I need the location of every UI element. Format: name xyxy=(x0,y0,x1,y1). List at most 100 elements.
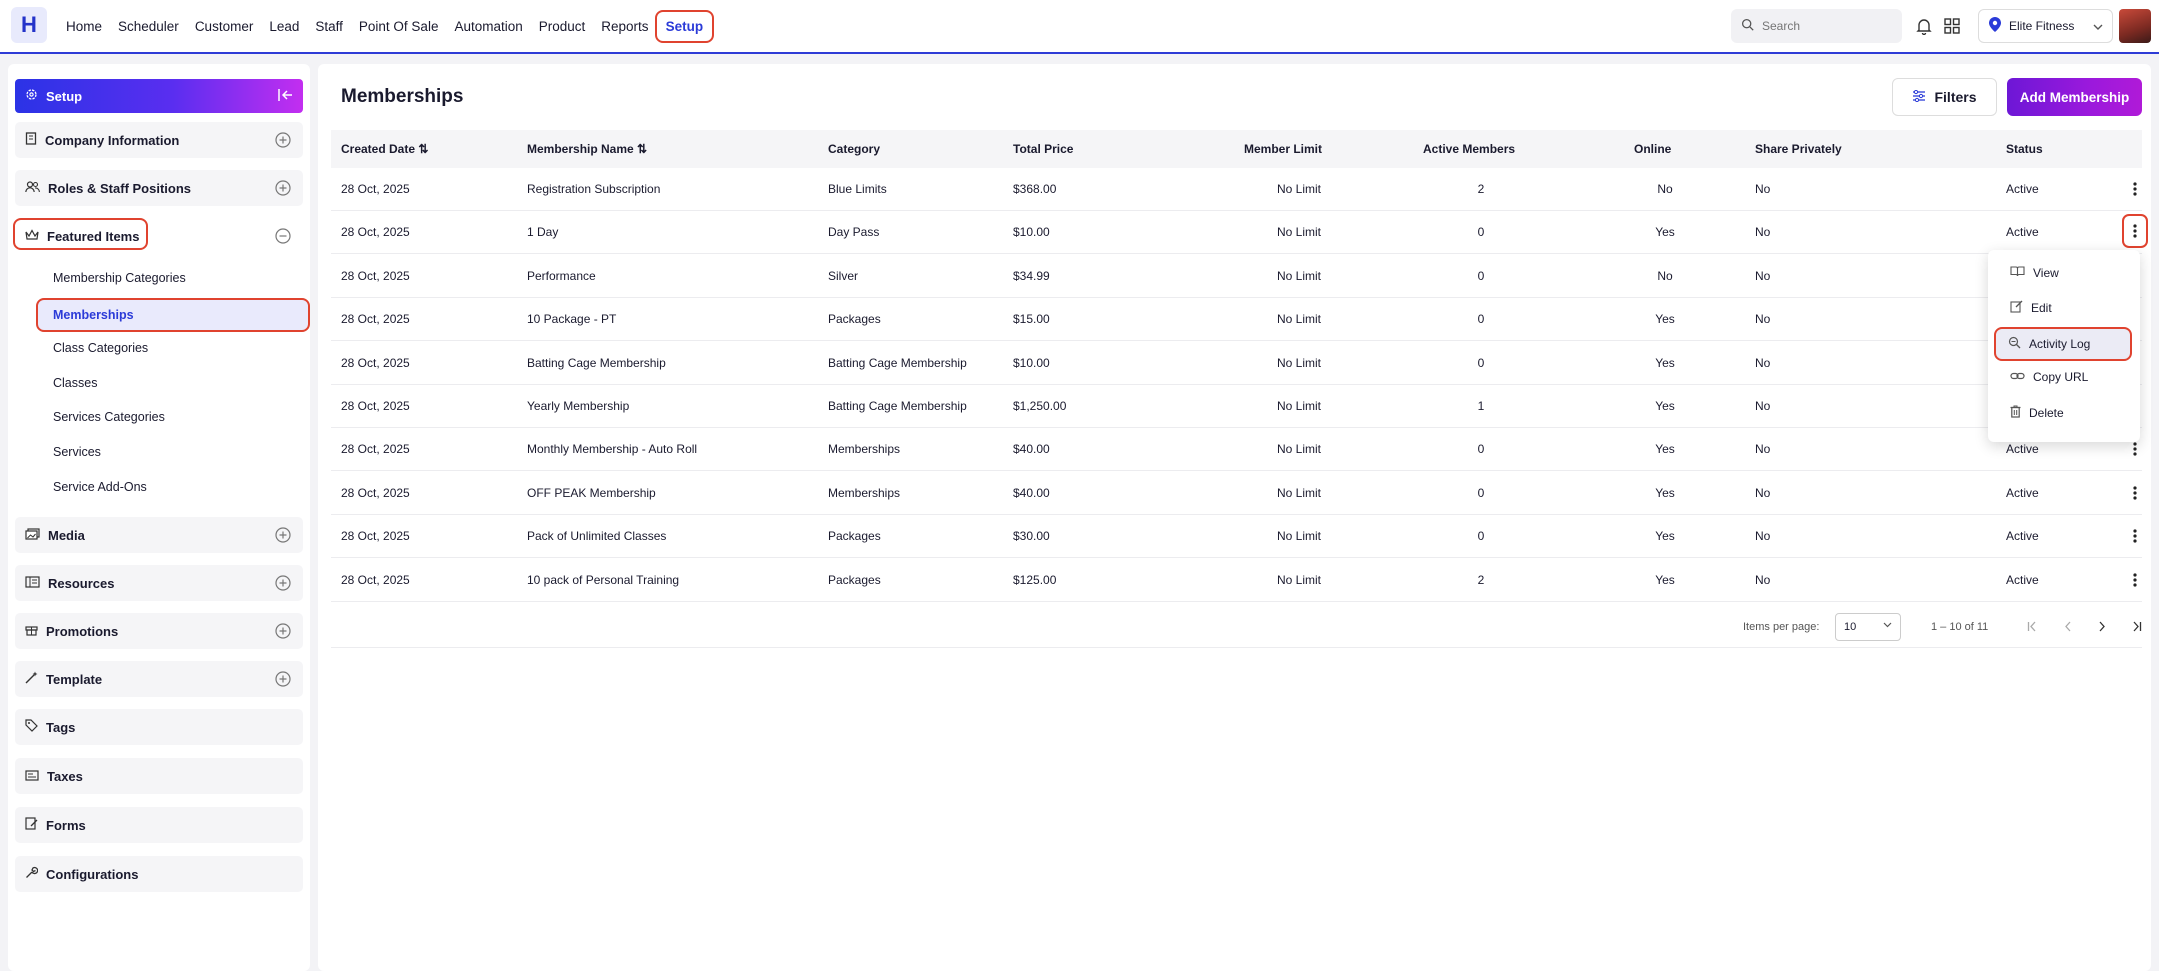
row-actions-kebab-icon[interactable] xyxy=(2125,569,2145,591)
global-search[interactable] xyxy=(1731,9,1902,43)
table-row[interactable]: 28 Oct, 2025 Batting Cage Membership Batti… xyxy=(331,342,2142,385)
cell-total-price: $368.00 xyxy=(1013,182,1057,196)
table-row[interactable]: 28 Oct, 2025 10 pack of Personal Training… xyxy=(331,559,2142,602)
sidebar-section-media[interactable]: Media xyxy=(15,517,303,553)
sort-icon[interactable]: ⇅ xyxy=(637,142,647,156)
table-row[interactable]: 28 Oct, 2025 Performance Silver $34.99 No Li… xyxy=(331,255,2142,298)
cell-member-limit: No Limit xyxy=(1276,485,1321,500)
table-row[interactable]: 28 Oct, 2025 OFF PEAK Membership Membershi… xyxy=(331,472,2142,515)
menu-item-edit[interactable]: Edit xyxy=(2010,300,2052,316)
bell-icon[interactable] xyxy=(1914,16,1934,36)
last-page-icon[interactable] xyxy=(2126,616,2146,636)
expand-plus-icon[interactable] xyxy=(275,132,291,151)
expand-plus-icon[interactable] xyxy=(275,575,291,594)
row-actions-kebab-icon[interactable] xyxy=(2125,178,2145,200)
search-input[interactable] xyxy=(1762,19,1892,33)
cell-total-price: $125.00 xyxy=(1013,572,1057,587)
wand-icon xyxy=(25,671,38,687)
sidebar-item-membership-categories[interactable]: Membership Categories xyxy=(53,271,186,285)
sidebar-section-configurations[interactable]: Configurations xyxy=(15,856,303,892)
sidebar-item-service-add-ons[interactable]: Service Add-Ons xyxy=(53,480,147,494)
nav-product[interactable]: Product xyxy=(539,19,594,34)
cell-membership-name: Batting Cage Membership xyxy=(527,355,666,370)
cell-created-date: 28 Oct, 2025 xyxy=(341,442,410,457)
table-row[interactable]: 28 Oct, 2025 Pack of Unlimited Classes Pac… xyxy=(331,515,2145,559)
sidebar-item-class-categories[interactable]: Class Categories xyxy=(53,341,148,355)
tag-icon xyxy=(25,719,38,735)
chevron-down-icon xyxy=(2093,20,2103,34)
sidebar-section-tags[interactable]: Tags xyxy=(15,709,303,745)
sidebar-section-template[interactable]: Template xyxy=(15,661,303,697)
apps-grid-icon[interactable] xyxy=(1942,16,1962,36)
cell-active-members: 0 xyxy=(1477,355,1485,370)
col-member-limit: Member Limit xyxy=(1244,142,1323,156)
expand-plus-icon[interactable] xyxy=(275,671,291,690)
table-row[interactable]: 28 Oct, 2025 Registration Subscription Blu… xyxy=(331,168,2142,211)
sidebar-item-classes[interactable]: Classes xyxy=(53,376,97,390)
cell-active-members: 1 xyxy=(1477,399,1485,413)
sidebar-item-memberships[interactable]: Memberships xyxy=(38,298,308,332)
sidebar-section-label: Forms xyxy=(46,817,86,833)
user-avatar[interactable] xyxy=(2119,9,2151,43)
sidebar-section-roles-staff[interactable]: Roles & Staff Positions xyxy=(15,170,303,206)
menu-item-view[interactable]: View xyxy=(2010,265,2059,280)
cell-category: Blue Limits xyxy=(828,182,887,196)
first-page-icon[interactable] xyxy=(2023,616,2043,636)
expand-plus-icon[interactable] xyxy=(275,180,291,199)
page-range: 1 – 10 of 11 xyxy=(1931,621,1989,633)
filters-button[interactable]: Filters xyxy=(1892,78,1997,116)
sidebar-section-forms[interactable]: Forms xyxy=(15,807,303,843)
items-per-page-select[interactable]: 10 xyxy=(1835,613,1901,641)
table-row[interactable]: 28 Oct, 2025 10 Package - PT Packages $15.0… xyxy=(331,298,2142,342)
cell-share-privately: No xyxy=(1755,182,1771,196)
cell-category: Silver xyxy=(828,268,859,283)
row-actions-kebab-icon[interactable] xyxy=(2125,482,2145,504)
table-row[interactable]: 28 Oct, 2025 Yearly Membership Batting Cag… xyxy=(331,385,2142,428)
menu-item-delete[interactable]: Delete xyxy=(2010,405,2064,421)
sort-icon[interactable]: ⇅ xyxy=(418,142,428,156)
next-page-icon[interactable] xyxy=(2092,616,2112,636)
sidebar-section-featured-items[interactable]: Featured Items xyxy=(15,218,303,254)
filters-label: Filters xyxy=(1934,89,1977,105)
nav-reports[interactable]: Reports xyxy=(601,19,656,34)
prev-page-icon[interactable] xyxy=(2058,616,2078,636)
sidebar-item-services[interactable]: Services xyxy=(53,445,101,459)
nav-point-of-sale[interactable]: Point Of Sale xyxy=(359,19,447,34)
expand-plus-icon[interactable] xyxy=(275,527,291,546)
row-actions-kebab-icon[interactable] xyxy=(2122,214,2148,249)
location-select[interactable]: Elite Fitness xyxy=(1978,9,2113,43)
nav-staff[interactable]: Staff xyxy=(315,19,351,34)
app-logo[interactable]: H xyxy=(11,7,47,43)
row-actions-kebab-icon[interactable] xyxy=(2125,525,2145,547)
col-membership-name[interactable]: Membership Name ⇅ xyxy=(527,142,647,156)
table-row[interactable]: 28 Oct, 2025 1 Day Day Pass $10.00 No Limit 0… xyxy=(331,211,2148,255)
add-membership-button[interactable]: Add Membership xyxy=(2007,78,2142,116)
col-created-date[interactable]: Created Date ⇅ xyxy=(341,142,428,156)
sidebar-section-taxes[interactable]: Taxes xyxy=(15,758,303,794)
sidebar-item-services-categories[interactable]: Services Categories xyxy=(53,410,165,424)
collapse-sidebar-icon[interactable] xyxy=(278,88,293,105)
cell-category: Batting Cage Membership xyxy=(828,355,967,370)
sidebar-section-company-information[interactable]: Company Information xyxy=(15,122,303,158)
sidebar-section-label: Tags xyxy=(46,719,76,735)
users-icon xyxy=(25,180,40,196)
sidebar-section-promotions[interactable]: Promotions xyxy=(15,613,303,649)
cell-share-privately: No xyxy=(1755,268,1771,283)
cell-membership-name: Registration Subscription xyxy=(527,182,661,196)
sidebar-header: Setup xyxy=(15,79,303,113)
cell-online: No xyxy=(1657,268,1673,283)
menu-item-activity-log[interactable]: Activity Log xyxy=(1994,327,2132,361)
nav-lead[interactable]: Lead xyxy=(269,19,307,34)
nav-setup[interactable]: Setup xyxy=(654,9,715,43)
collapse-minus-icon[interactable] xyxy=(275,228,291,247)
sidebar-section-resources[interactable]: Resources xyxy=(15,565,303,601)
nav-scheduler[interactable]: Scheduler xyxy=(118,19,187,34)
cell-online: Yes xyxy=(1655,399,1675,413)
cell-member-limit: No Limit xyxy=(1276,399,1321,413)
menu-item-copy-url[interactable]: Copy URL xyxy=(2010,370,2088,384)
nav-home[interactable]: Home xyxy=(66,19,110,34)
nav-customer[interactable]: Customer xyxy=(195,19,262,34)
table-row[interactable]: 28 Oct, 2025 Monthly Membership - Auto Ro… xyxy=(331,428,2142,472)
nav-automation[interactable]: Automation xyxy=(454,19,530,34)
expand-plus-icon[interactable] xyxy=(275,623,291,642)
